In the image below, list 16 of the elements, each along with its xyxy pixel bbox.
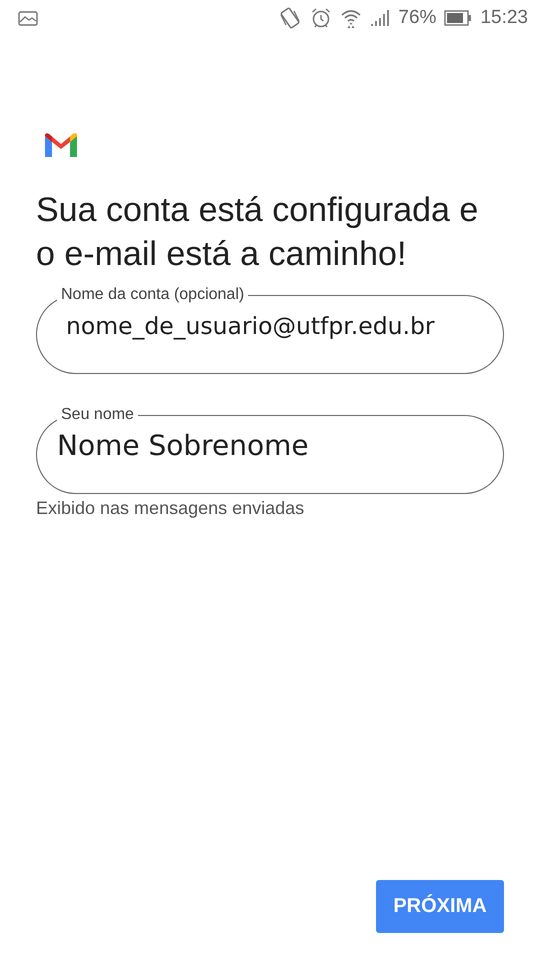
alarm-icon xyxy=(310,7,332,29)
clock-time: 15:23 xyxy=(480,7,528,29)
battery-icon xyxy=(444,10,472,26)
battery-percentage: 76% xyxy=(398,7,436,29)
signal-icon xyxy=(370,9,390,27)
wifi-icon xyxy=(340,7,362,29)
field-label: Nome da conta (opcional) xyxy=(60,286,246,304)
input-field[interactable]: Nome da conta (opcional) nome_de_usuario@utfpr.edu.br xyxy=(36,286,504,374)
image-icon xyxy=(18,10,38,26)
helper-text: Exibido nas mensagens enviadas xyxy=(36,498,306,519)
field-label: Seu nome xyxy=(60,406,135,424)
input-field[interactable]: Seu nome Nome Sobrenome xyxy=(36,406,504,494)
vibrate-icon xyxy=(278,6,302,30)
headline: Sua conta está configurada e o e-mail está a caminho! xyxy=(36,190,480,275)
mail-logo xyxy=(44,132,78,158)
next-button[interactable]: PRÓXIMA xyxy=(376,880,504,933)
